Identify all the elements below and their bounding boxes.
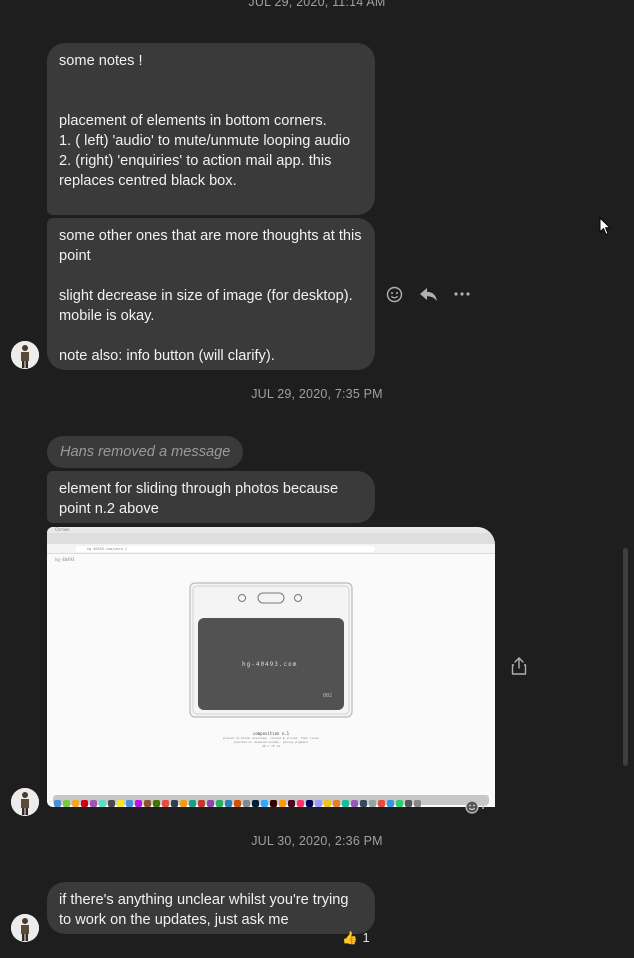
reaction-badge[interactable]: 👍 1 — [342, 928, 370, 948]
timestamp: JUL 29, 2020, 11:14 AM — [248, 0, 386, 9]
card-corner-text: 002 — [323, 693, 333, 699]
message-bubble[interactable]: if there's anything unclear whilst you'r… — [47, 882, 375, 934]
reply-icon[interactable] — [418, 283, 438, 305]
share-icon[interactable] — [510, 656, 528, 676]
scrollbar[interactable] — [623, 548, 628, 766]
avatar[interactable] — [11, 788, 39, 816]
site-label: hg-40493 — [55, 557, 75, 562]
url-text: hg-40493.com/work-1 — [87, 547, 128, 551]
message-bubble[interactable]: some notes ! placement of elements in bo… — [47, 43, 375, 215]
card-text: hg-40493.com — [242, 661, 298, 668]
thumbs-up-icon: 👍 — [342, 930, 358, 945]
reaction-count: 1 — [362, 931, 370, 945]
message-bubble[interactable]: some other ones that are more thoughts a… — [47, 218, 375, 370]
message-actions — [384, 283, 472, 305]
avatar[interactable] — [11, 341, 39, 369]
message-bubble[interactable]: element for sliding through photos becau… — [47, 471, 375, 523]
browser-app-name: Chrome — [55, 527, 70, 532]
more-icon[interactable] — [452, 283, 472, 305]
caption-line: 40 x 70 cm — [261, 744, 281, 748]
mouse-cursor-icon — [599, 216, 612, 241]
timestamp: JUL 29, 2020, 7:35 PM — [251, 387, 383, 401]
add-reaction-icon[interactable] — [464, 798, 490, 816]
smiley-icon[interactable] — [384, 283, 404, 305]
avatar[interactable] — [11, 914, 39, 942]
chat-thread: JUL 29, 2020, 11:14 AM some notes ! plac… — [0, 0, 634, 958]
browser-tabbar — [47, 533, 495, 544]
removed-message-notice: Hans removed a message — [47, 436, 244, 468]
dock — [53, 795, 489, 807]
timestamp: JUL 30, 2020, 2:36 PM — [251, 834, 383, 848]
image-attachment[interactable]: Chrome hg-40493.com/work-1 hg-40493 hg-4… — [47, 527, 495, 807]
